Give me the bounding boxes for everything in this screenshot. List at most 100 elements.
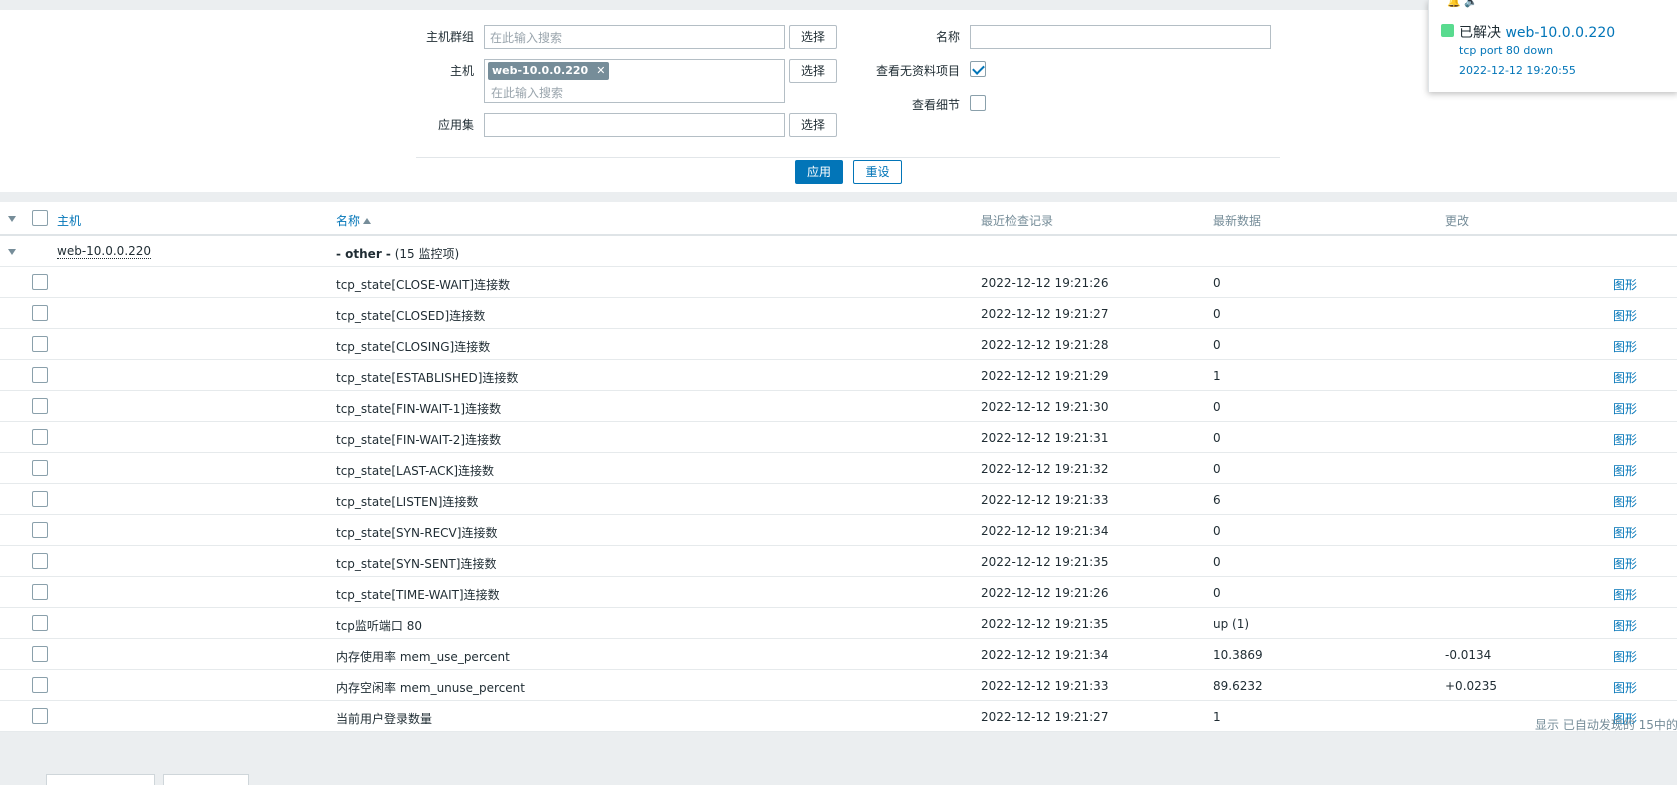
table-row: tcp_state[CLOSING]连接数 2022-12-12 19:21:28… — [0, 329, 1677, 360]
apply-button[interactable]: 应用 — [795, 160, 843, 184]
row-last-check: 2022-12-12 19:21:34 — [981, 524, 1109, 538]
row-graph-link[interactable]: 图形 — [1613, 462, 1637, 479]
row-last-check: 2022-12-12 19:21:26 — [981, 276, 1109, 290]
name-input[interactable] — [970, 25, 1271, 49]
row-graph-link[interactable]: 图形 — [1613, 307, 1637, 324]
row-checkbox[interactable] — [32, 398, 48, 414]
column-host-header[interactable]: 主机 — [57, 212, 81, 229]
column-last-value-header: 最新数据 — [1213, 214, 1262, 228]
select-all-checkbox[interactable] — [32, 210, 48, 226]
notification-message[interactable]: tcp port 80 down — [1459, 44, 1553, 57]
host-search-placeholder[interactable]: 在此输入搜索 — [491, 84, 563, 101]
row-graph-link[interactable]: 图形 — [1613, 648, 1637, 665]
table-row: tcp_state[SYN-RECV]连接数 2022-12-12 19:21:3… — [0, 515, 1677, 546]
notification-control-icons[interactable]: 🔔 🔈 — [1447, 0, 1478, 8]
table-row: tcp_state[SYN-SENT]连接数 2022-12-12 19:21:3… — [0, 546, 1677, 577]
row-item-name: tcp_state[CLOSING]连接数 — [336, 340, 491, 354]
row-last-check: 2022-12-12 19:21:32 — [981, 462, 1109, 476]
remove-chip-icon[interactable]: ✕ — [596, 64, 605, 77]
table-row: tcp_state[LISTEN]连接数 2022-12-12 19:21:33 6… — [0, 484, 1677, 515]
column-change-header: 更改 — [1445, 214, 1470, 228]
row-checkbox[interactable] — [32, 429, 48, 445]
host-group-select-button[interactable]: 选择 — [789, 25, 837, 49]
row-last-value: 0 — [1213, 307, 1221, 321]
table-row: tcp_state[TIME-WAIT]连接数 2022-12-12 19:21:… — [0, 577, 1677, 608]
application-input[interactable] — [484, 113, 785, 137]
show-details-label: 查看细节 — [911, 98, 960, 112]
column-name-header[interactable]: 名称 — [336, 212, 372, 229]
row-graph-link[interactable]: 图形 — [1613, 679, 1637, 696]
row-last-value: 0 — [1213, 524, 1221, 538]
row-checkbox[interactable] — [32, 460, 48, 476]
application-select-button[interactable]: 选择 — [789, 113, 837, 137]
row-graph-link[interactable]: 图形 — [1613, 493, 1637, 510]
table-footer-summary: 显示 已自动发现的 15中的 — [1535, 718, 1677, 732]
show-no-data-checkbox[interactable] — [970, 61, 986, 77]
row-last-check: 2022-12-12 19:21:33 — [981, 679, 1109, 693]
row-last-check: 2022-12-12 19:21:30 — [981, 400, 1109, 414]
row-last-value: 89.6232 — [1213, 679, 1263, 693]
row-graph-link[interactable]: 图形 — [1613, 524, 1637, 541]
row-checkbox[interactable] — [32, 522, 48, 538]
table-row: tcp监听端口 80 2022-12-12 19:21:35 up (1) 图形 — [0, 608, 1677, 639]
row-graph-link[interactable]: 图形 — [1613, 276, 1637, 293]
row-graph-link[interactable]: 图形 — [1613, 400, 1637, 417]
row-last-check: 2022-12-12 19:21:29 — [981, 369, 1109, 383]
row-item-name: tcp_state[FIN-WAIT-2]连接数 — [336, 433, 502, 447]
row-checkbox[interactable] — [32, 708, 48, 724]
collapse-group-icon[interactable] — [8, 249, 16, 255]
host-group-label: 主机群组 — [425, 30, 474, 44]
row-last-check: 2022-12-12 19:21:31 — [981, 431, 1109, 445]
row-last-check: 2022-12-12 19:21:28 — [981, 338, 1109, 352]
collapse-all-icon[interactable] — [8, 216, 16, 222]
show-no-data-label: 查看无资料项目 — [875, 64, 960, 78]
row-graph-link[interactable]: 图形 — [1613, 338, 1637, 355]
row-checkbox[interactable] — [32, 305, 48, 321]
table-row: tcp_state[FIN-WAIT-1]连接数 2022-12-12 19:21… — [0, 391, 1677, 422]
row-last-check: 2022-12-12 19:21:35 — [981, 555, 1109, 569]
row-item-name: tcp_state[SYN-RECV]连接数 — [336, 526, 498, 540]
host-chip: web-10.0.0.220 ✕ — [488, 62, 610, 80]
row-last-check: 2022-12-12 19:21:34 — [981, 648, 1109, 662]
row-checkbox[interactable] — [32, 646, 48, 662]
notification-host-link[interactable]: web-10.0.0.220 — [1505, 25, 1615, 41]
row-item-name: tcp_state[LAST-ACK]连接数 — [336, 464, 495, 478]
row-graph-link[interactable]: 图形 — [1613, 555, 1637, 572]
host-select-button[interactable]: 选择 — [789, 59, 837, 83]
row-checkbox[interactable] — [32, 677, 48, 693]
row-item-name: tcp_state[CLOSED]连接数 — [336, 309, 486, 323]
row-checkbox[interactable] — [32, 615, 48, 631]
row-change: -0.0134 — [1445, 648, 1492, 662]
row-checkbox[interactable] — [32, 553, 48, 569]
column-name-label: 名称 — [336, 214, 361, 228]
application-label: 应用集 — [437, 118, 474, 132]
host-group-input[interactable]: 在此输入搜索 — [484, 25, 785, 49]
row-checkbox[interactable] — [32, 491, 48, 507]
row-checkbox[interactable] — [32, 584, 48, 600]
row-last-value: 6 — [1213, 493, 1221, 507]
row-graph-link[interactable]: 图形 — [1613, 369, 1637, 386]
sort-ascending-icon — [363, 218, 372, 224]
reset-button[interactable]: 重设 — [853, 160, 902, 184]
notification-status: 已解决 — [1459, 25, 1501, 41]
row-checkbox[interactable] — [32, 274, 48, 290]
row-last-check: 2022-12-12 19:21:27 — [981, 710, 1109, 724]
row-last-check: 2022-12-12 19:21:33 — [981, 493, 1109, 507]
row-change: +0.0235 — [1445, 679, 1498, 693]
group-application-name: - other - (15 监控项) — [336, 245, 459, 262]
notification-title: 已解决 web-10.0.0.220 — [1459, 22, 1615, 42]
row-checkbox[interactable] — [32, 336, 48, 352]
notification-time[interactable]: 2022-12-12 19:20:55 — [1459, 64, 1576, 77]
row-graph-link[interactable]: 图形 — [1613, 617, 1637, 634]
row-item-name: tcp监听端口 80 — [336, 619, 423, 633]
group-host-link[interactable]: web-10.0.0.220 — [57, 245, 152, 259]
row-item-name: tcp_state[CLOSE-WAIT]连接数 — [336, 278, 511, 292]
table-row: tcp_state[CLOSED]连接数 2022-12-12 19:21:27 0… — [0, 298, 1677, 329]
row-graph-link[interactable]: 图形 — [1613, 431, 1637, 448]
row-checkbox[interactable] — [32, 367, 48, 383]
row-graph-link[interactable]: 图形 — [1613, 586, 1637, 603]
row-last-check: 2022-12-12 19:21:26 — [981, 586, 1109, 600]
show-details-checkbox[interactable] — [970, 95, 986, 111]
row-item-name: 内存使用率 mem_use_percent — [336, 650, 510, 664]
table-row: 内存空闲率 mem_unuse_percent 2022-12-12 19:21:… — [0, 670, 1677, 701]
